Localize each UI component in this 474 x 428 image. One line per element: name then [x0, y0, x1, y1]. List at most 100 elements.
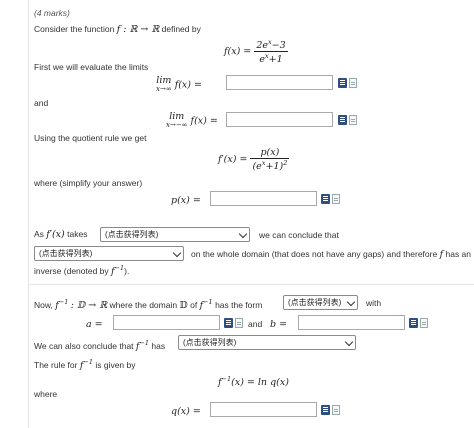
f-num-a: 2e — [256, 40, 268, 52]
defined-by-text: defined by — [161, 24, 201, 34]
now-text: Now, — [34, 300, 53, 311]
formula-editor-icon[interactable] — [321, 194, 330, 204]
inverse-rule-expression: f−1(x) = ln q(x) — [218, 375, 289, 388]
f-num-b: −3 — [271, 40, 286, 52]
derivative-lhs: f′(x) = — [218, 154, 248, 166]
derivative-expression: f′(x) = p(x) (ex+1)2 — [218, 147, 290, 173]
marks-label: (4 marks) — [34, 8, 70, 18]
inverse-line: inverse (denoted by f−1). — [34, 264, 129, 277]
lim2-expr: f(x) = — [190, 115, 218, 127]
simplify-text: where (simplify your answer) — [34, 178, 143, 188]
finv-map: : 𝔻 → ℝ — [70, 300, 108, 312]
formula-editor-icon[interactable] — [409, 318, 418, 328]
whole-domain-line: on the whole domain (that does not have … — [191, 249, 471, 260]
takes-text: takes — [67, 229, 88, 239]
q-lhs: q(x) = — [171, 406, 201, 417]
limit-neginf-expression: lim x→−∞ f(x) = — [166, 112, 218, 130]
intro-line: Consider the function f : ℝ → ℝ defined … — [34, 24, 201, 35]
finv-symbol-2: f−1 — [200, 298, 213, 311]
finv-sup: −1 — [58, 298, 69, 306]
lim2-sub: x→−∞ — [166, 121, 188, 129]
rule-sup: −1 — [221, 375, 232, 383]
conclude-text: we can conclude that — [259, 230, 339, 240]
formula-editor-icon[interactable] — [338, 115, 347, 125]
domain-text: where the domain — [109, 300, 178, 311]
a-input[interactable] — [113, 315, 220, 330]
limit-inf-input[interactable] — [226, 75, 333, 90]
asymptote-select-value: (点击获得列表) — [183, 338, 237, 347]
formula-editor-icon[interactable] — [224, 318, 233, 328]
intro-text: Consider the function — [34, 24, 115, 34]
f-denominator: ex+1 — [254, 52, 287, 65]
sign-select[interactable]: (点击获得列表) — [100, 227, 250, 242]
as-text: As — [34, 229, 44, 239]
help-doc-icon[interactable] — [349, 78, 357, 88]
limit-neginf-operator: lim x→−∞ — [166, 112, 188, 130]
den-sup2: 2 — [283, 159, 288, 167]
has-an-text: has an — [445, 249, 472, 259]
f-lhs: f(x) = — [224, 46, 252, 58]
rule-line: The rule for f−1 is given by — [34, 358, 136, 371]
sign-select-value: (点击获得列表) — [105, 230, 159, 239]
help-doc-icon[interactable] — [332, 194, 340, 204]
f-numerator: 2ex−3 — [254, 38, 288, 53]
limit-inf-operator: lim x→∞ — [156, 76, 172, 94]
monotonic-select[interactable]: (点击获得列表) — [34, 246, 184, 261]
finv-symbol: f−1 — [136, 339, 150, 352]
q-input[interactable] — [210, 402, 317, 417]
inverse-text: inverse (denoted by — [34, 266, 109, 277]
fprime-symbol: f′(x) — [46, 229, 65, 240]
formula-editor-icon[interactable] — [321, 405, 330, 415]
form-text: has the form — [215, 300, 263, 311]
asymptote-select[interactable]: (点击获得列表) — [178, 335, 356, 350]
rule-text: The rule for — [34, 360, 78, 371]
chevron-down-icon — [346, 297, 356, 307]
limit-neginf-input[interactable] — [226, 112, 333, 127]
rule-rest: (x) = ln q(x) — [231, 377, 289, 389]
monotonic-select-value: (点击获得列表) — [39, 249, 93, 258]
derivative-fraction: p(x) (ex+1)2 — [250, 147, 290, 173]
p-input[interactable] — [210, 191, 317, 206]
b-input[interactable] — [298, 315, 405, 330]
f-fraction: 2ex−3 ex+1 — [254, 38, 288, 65]
a-lhs: a = — [86, 319, 103, 330]
p-lhs: p(x) = — [171, 195, 201, 206]
limit-inf-expression: lim x→∞ f(x) = — [156, 76, 202, 94]
finv-sup: −1 — [139, 339, 150, 347]
domain-form-select[interactable]: (点击获得列表) — [283, 295, 358, 310]
den-b: +1) — [265, 161, 284, 173]
quotient-intro: Using the quotient rule we get — [34, 133, 147, 143]
chevron-down-icon — [172, 248, 182, 258]
as-line: As f′(x) takes — [34, 229, 87, 240]
domain-form-value: (点击获得列表) — [288, 298, 342, 307]
help-doc-icon[interactable] — [420, 318, 428, 328]
given-by-text: is given by — [95, 360, 136, 371]
function-signature: f : ℝ → ℝ — [116, 24, 160, 35]
also-text: We can also conclude that — [34, 341, 134, 352]
formula-editor-icon[interactable] — [338, 78, 347, 88]
help-doc-icon[interactable] — [235, 318, 243, 328]
finv-symbol: f−1 — [80, 358, 93, 371]
domain-symbol: 𝔻 — [179, 300, 188, 312]
f-symbol: f — [439, 249, 444, 260]
has-text: has — [151, 341, 166, 352]
divider — [28, 284, 474, 285]
finv-sup: −1 — [83, 358, 93, 366]
of-text: of — [190, 300, 198, 311]
also-line: We can also conclude that f−1 has — [34, 339, 165, 352]
now-line: Now, f−1 : 𝔻 → ℝ where the domain 𝔻 of f… — [34, 298, 262, 311]
finv-sup: −1 — [203, 298, 213, 306]
and-text-2: and — [248, 319, 263, 329]
close-text: ). — [124, 266, 130, 277]
help-doc-icon[interactable] — [349, 115, 357, 125]
where-text: where — [34, 389, 58, 399]
finv-symbol: f−1 — [111, 264, 125, 277]
lim1-sub: x→∞ — [156, 85, 172, 93]
whole-domain-text: on the whole domain (that does not have … — [191, 249, 438, 259]
help-doc-icon[interactable] — [332, 405, 340, 415]
den-a: (e — [252, 161, 262, 173]
finv-sup: −1 — [114, 264, 125, 272]
chevron-down-icon — [344, 337, 354, 347]
function-definition: f(x) = 2ex−3 ex+1 — [224, 38, 288, 65]
limits-intro: First we will evaluate the limits — [34, 62, 149, 72]
